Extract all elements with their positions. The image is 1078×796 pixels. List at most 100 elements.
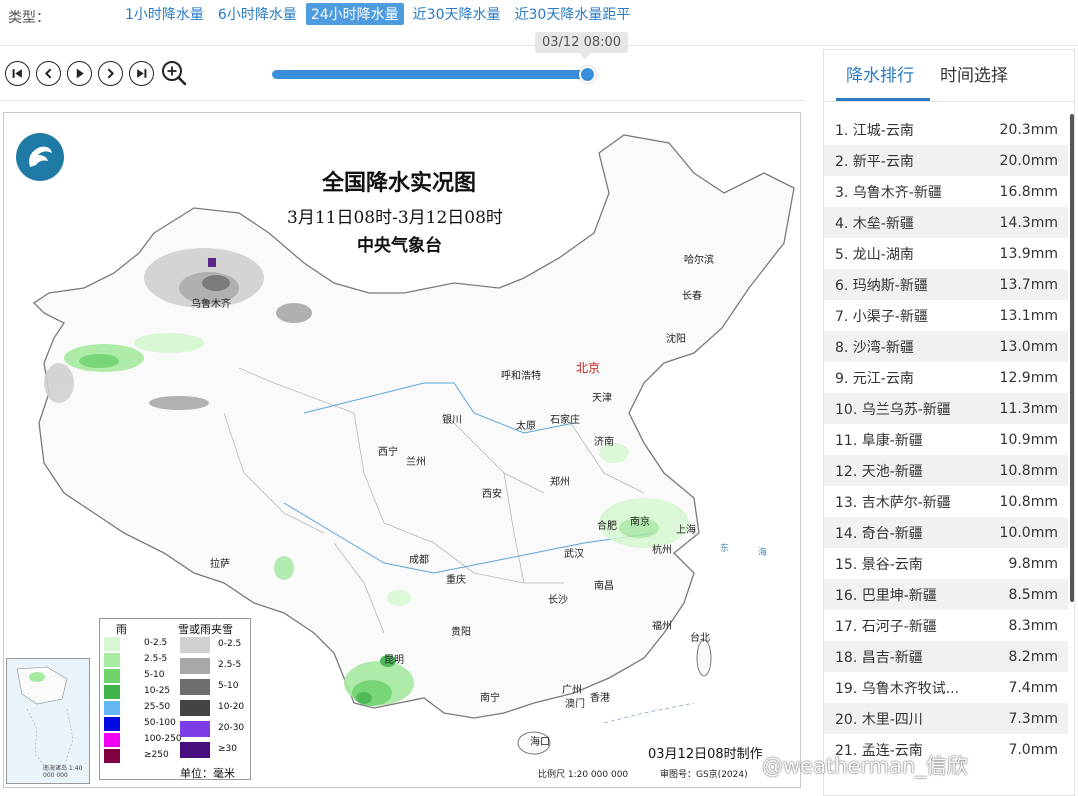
precipitation-map: 全国降水实况图 3月11日08时-3月12日08时 中央气象台 乌鲁木齐 哈尔滨… <box>3 112 801 788</box>
legend-snow-swatch <box>180 679 210 695</box>
legend-snow-swatch <box>180 700 210 716</box>
ranking-row[interactable]: 6. 玛纳斯-新疆 13.7mm <box>824 269 1068 300</box>
legend-rain-swatch <box>104 653 120 667</box>
ranking-row[interactable]: 7. 小渠子-新疆 13.1mm <box>824 300 1068 331</box>
city-shenyang: 沈阳 <box>666 334 686 345</box>
time-slider-track[interactable] <box>272 70 588 79</box>
ranking-row[interactable]: 12. 天池-新疆 10.8mm <box>824 455 1068 486</box>
last-frame-icon <box>137 69 147 78</box>
ranking-panel: 降水排行 时间选择 1. 江城-云南 20.3mm 2. 新平-云南 20.0mm 3.… <box>823 49 1075 796</box>
city-changchun: 长春 <box>682 291 702 302</box>
legend-rain-swatch <box>104 701 120 715</box>
play-button[interactable] <box>67 61 92 86</box>
next-frame-button[interactable] <box>98 61 123 86</box>
ranking-scrollbar[interactable] <box>1070 114 1074 602</box>
ranking-row[interactable]: 10. 乌兰乌苏-新疆 11.3mm <box>824 393 1068 424</box>
legend-rain-level: 50-100 <box>144 718 176 728</box>
ranking-row[interactable]: 19. 乌鲁木齐牧试... 7.4mm <box>824 672 1068 703</box>
ranking-row[interactable]: 16. 巴里坤-新疆 8.5mm <box>824 579 1068 610</box>
city-macau: 澳门 <box>565 699 585 710</box>
cma-logo <box>16 133 64 181</box>
ranking-row[interactable]: 2. 新平-云南 20.0mm <box>824 145 1068 176</box>
ranking-row[interactable]: 8. 沙湾-新疆 13.0mm <box>824 331 1068 362</box>
legend-snow-swatch <box>180 721 210 737</box>
city-nanchang: 南昌 <box>594 581 614 592</box>
legend-rain-swatch <box>104 749 120 763</box>
ranking-station: 4. 木垒-新疆 <box>835 215 914 232</box>
ranking-station: 3. 乌鲁木齐-新疆 <box>835 184 942 201</box>
city-xian: 西安 <box>482 489 502 500</box>
first-frame-icon <box>12 69 22 78</box>
time-tooltip: 03/12 08:00 <box>535 32 629 59</box>
tab-precip-ranking[interactable]: 降水排行 <box>846 61 914 86</box>
type-tab-30d[interactable]: 近30天降水量 <box>408 3 506 25</box>
ranking-row[interactable]: 1. 江城-云南 20.3mm <box>824 114 1068 145</box>
sea-label-sea: 海 <box>758 548 768 558</box>
ranking-station: 15. 景谷-云南 <box>835 556 923 573</box>
south-china-sea-inset: 南海诸岛 1:40 000 000 <box>6 658 90 784</box>
ranking-value: 10.8mm <box>999 462 1058 479</box>
city-harbin: 哈尔滨 <box>684 255 714 266</box>
city-shanghai: 上海 <box>676 525 696 536</box>
ranking-row[interactable]: 17. 石河子-新疆 8.3mm <box>824 610 1068 641</box>
city-nanning: 南宁 <box>480 693 500 704</box>
legend-snow-swatch <box>180 658 210 674</box>
south-sea-dash <box>603 702 695 724</box>
type-tab-6h[interactable]: 6小时降水量 <box>213 3 302 25</box>
city-chengdu: 成都 <box>409 555 429 566</box>
city-taipei: 台北 <box>690 633 710 644</box>
ranking-row[interactable]: 20. 木里-四川 7.3mm <box>824 703 1068 734</box>
type-tab-1h[interactable]: 1小时降水量 <box>120 3 209 25</box>
watermark: @weatherman_信欣 <box>762 754 968 778</box>
city-fuzhou: 福州 <box>652 621 672 632</box>
app-root: 类型： 1小时降水量 6小时降水量 24小时降水量 近30天降水量 近30天降水… <box>0 0 1078 796</box>
ranking-value: 14.3mm <box>999 214 1058 231</box>
ranking-row[interactable]: 13. 吉木萨尔-新疆 10.8mm <box>824 486 1068 517</box>
ranking-station: 8. 沙湾-新疆 <box>835 339 914 356</box>
ranking-row[interactable]: 14. 奇台-新疆 10.0mm <box>824 517 1068 548</box>
ranking-row[interactable]: 15. 景谷-云南 9.8mm <box>824 548 1068 579</box>
city-guangzhou: 广州 <box>562 685 582 696</box>
tab-time-select[interactable]: 时间选择 <box>940 61 1008 86</box>
legend-rain-level: 100-250 <box>144 734 182 744</box>
legend-rain-swatch <box>104 637 120 651</box>
legend-snow-level: ≥30 <box>218 744 237 754</box>
ranking-station: 11. 阜康-新疆 <box>835 432 923 449</box>
city-beijing: 北京 <box>576 361 601 375</box>
last-frame-button[interactable] <box>129 61 154 86</box>
ranking-station: 10. 乌兰乌苏-新疆 <box>835 401 951 418</box>
legend-snow-level: 10-20 <box>218 702 245 712</box>
ranking-value: 8.5mm <box>1008 586 1058 603</box>
ranking-row[interactable]: 11. 阜康-新疆 10.9mm <box>824 424 1068 455</box>
type-tab-24h[interactable]: 24小时降水量 <box>305 3 404 25</box>
inset-caption: 南海诸岛 1:40 000 000 <box>43 765 83 779</box>
ranking-value: 8.3mm <box>1008 617 1058 634</box>
ranking-value: 9.8mm <box>1008 555 1058 572</box>
time-slider-handle[interactable] <box>579 66 596 83</box>
ranking-station: 20. 木里-四川 <box>835 711 923 728</box>
ranking-row[interactable]: 4. 木垒-新疆 14.3mm <box>824 207 1068 238</box>
first-frame-button[interactable] <box>5 61 30 86</box>
zoom-in-icon[interactable] <box>160 59 188 87</box>
ranking-station: 19. 乌鲁木齐牧试... <box>835 680 960 697</box>
type-tab-30d-anomaly[interactable]: 近30天降水量距平 <box>510 3 636 25</box>
map-approval-number: 审图号：GS京(2024) <box>660 770 748 780</box>
ranking-station: 1. 江城-云南 <box>835 122 914 139</box>
ranking-row[interactable]: 3. 乌鲁木齐-新疆 16.8mm <box>824 176 1068 207</box>
ranking-station: 17. 石河子-新疆 <box>835 618 937 635</box>
prev-frame-icon <box>44 68 52 79</box>
ranking-value: 8.2mm <box>1008 648 1058 665</box>
ranking-value: 13.0mm <box>999 338 1058 355</box>
ranking-row[interactable]: 18. 昌吉-新疆 8.2mm <box>824 641 1068 672</box>
city-hohhot: 呼和浩特 <box>501 371 541 382</box>
legend-snow-swatch <box>180 742 210 758</box>
ranking-row[interactable]: 9. 元江-云南 12.9mm <box>824 362 1068 393</box>
legend-rain-level: 0-2.5 <box>144 638 168 648</box>
legend-snow-level: 5-10 <box>218 681 239 691</box>
ranking-value: 10.9mm <box>999 431 1058 448</box>
legend-rain-level: 10-25 <box>144 686 171 696</box>
ranking-row[interactable]: 5. 龙山-湖南 13.9mm <box>824 238 1068 269</box>
next-frame-icon <box>107 68 115 79</box>
prev-frame-button[interactable] <box>36 61 61 86</box>
city-hongkong: 香港 <box>590 693 610 704</box>
